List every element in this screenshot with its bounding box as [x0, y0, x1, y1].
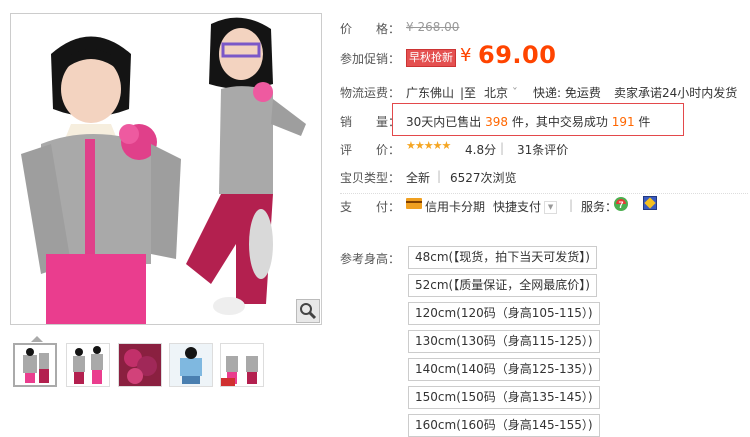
- payment-label: 支 付：: [340, 200, 401, 214]
- pay-credit-installment[interactable]: 信用卡分期: [425, 198, 485, 215]
- thumbnail-4[interactable]: [169, 343, 213, 387]
- rating-stars: ★★★★★: [406, 139, 451, 152]
- size-label: 参考身高：: [340, 252, 401, 266]
- ship-to-city: 北京: [484, 86, 509, 100]
- divider: |: [437, 169, 442, 183]
- ship-from: 广东佛山: [406, 86, 455, 100]
- section-divider: [340, 193, 748, 194]
- express-fee: 快递: 免运费: [533, 86, 601, 100]
- price-label: 价 格：: [340, 22, 401, 36]
- rating-label: 评 价：: [340, 143, 401, 157]
- thumbnail-1[interactable]: [13, 343, 57, 387]
- product-photo: [11, 14, 321, 324]
- divider: |: [569, 198, 574, 212]
- thumbnail-5[interactable]: [220, 343, 264, 387]
- item-condition: 全新: [406, 171, 431, 185]
- original-price: ¥ 268.00: [406, 20, 460, 34]
- thumbnail-3[interactable]: [118, 343, 162, 387]
- size-option[interactable]: 160cm(160码（身高145-155）): [408, 414, 600, 437]
- seven-day-return-icon[interactable]: 7: [613, 196, 629, 212]
- main-product-image[interactable]: [10, 13, 322, 325]
- pay-quick-label: 快捷支付: [493, 200, 542, 214]
- credit-card-icon: [406, 198, 422, 209]
- currency-symbol: ¥: [460, 45, 472, 66]
- view-count: 6527次浏览: [450, 171, 517, 185]
- success-count: 191: [611, 115, 635, 129]
- size-option[interactable]: 140cm(140码（身高125-135）): [408, 358, 600, 381]
- active-thumbnail-arrow-icon: [31, 336, 43, 342]
- pay-quick[interactable]: 快捷支付 ▼: [493, 198, 558, 215]
- svg-text:7: 7: [618, 200, 623, 210]
- sales-info: 30天内已售出 398 件，其中交易成功 191 件: [406, 113, 650, 130]
- dropdown-arrow-icon[interactable]: ▼: [544, 201, 558, 214]
- sold-suffix: 件: [638, 115, 651, 129]
- service-label: 服务：: [581, 200, 618, 214]
- size-option[interactable]: 48cm(【现货，拍下当天可发货】): [408, 246, 597, 269]
- promo-badge[interactable]: 早秋抢新: [406, 49, 456, 67]
- size-option[interactable]: 120cm(120码（身高105-115）): [408, 302, 600, 325]
- guarantee-icon[interactable]: [643, 196, 657, 210]
- promo-price: 69.00: [478, 41, 557, 69]
- sold-count: 398: [485, 115, 509, 129]
- sales-label: 销 量：: [340, 115, 401, 129]
- size-option[interactable]: 130cm(130码（身高115-125）): [408, 330, 600, 353]
- type-label: 宝贝类型：: [340, 171, 401, 185]
- divider: |: [500, 141, 505, 155]
- ship-to-select[interactable]: 北京 ˇ: [484, 84, 518, 101]
- size-option[interactable]: 52cm(【质量保证，全网最底价】): [408, 274, 597, 297]
- chevron-down-icon: ˇ: [511, 86, 518, 100]
- thumbnail-2[interactable]: [66, 343, 110, 387]
- sold-prefix: 30天内已售出: [406, 115, 482, 129]
- shipping-label: 物流运费：: [340, 86, 401, 100]
- size-option[interactable]: 150cm(150码（身高135-145）): [408, 386, 600, 409]
- sold-mid: 件，其中交易成功: [511, 115, 608, 129]
- ship-to-separator: |至: [460, 86, 477, 100]
- delivery-promise: 卖家承诺24小时内发货: [614, 86, 738, 100]
- magnifier-icon[interactable]: [296, 299, 320, 323]
- rating-score: 4.8分: [465, 143, 497, 157]
- review-count-link[interactable]: 31条评价: [517, 141, 568, 158]
- promo-label: 参加促销：: [340, 52, 401, 66]
